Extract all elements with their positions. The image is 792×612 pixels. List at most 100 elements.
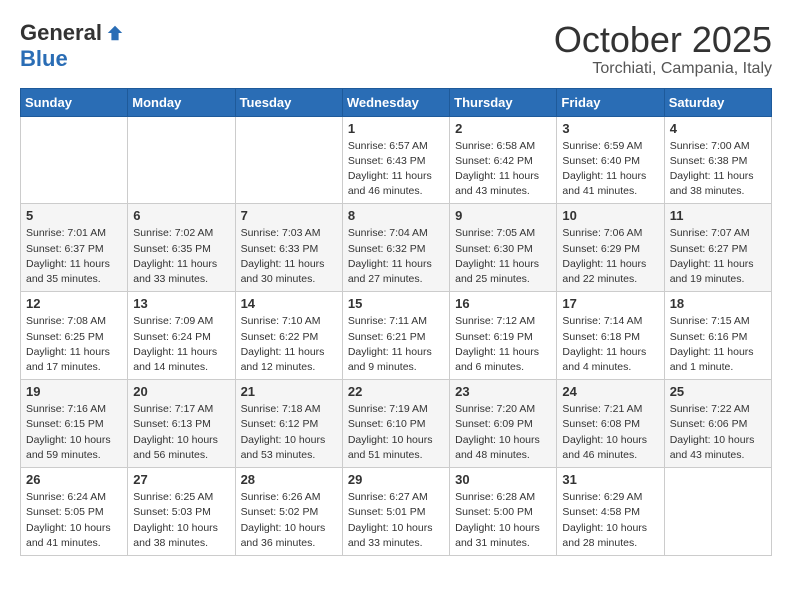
day-number: 20	[133, 384, 229, 399]
calendar-cell: 17Sunrise: 7:14 AM Sunset: 6:18 PM Dayli…	[557, 292, 664, 380]
calendar-cell: 8 Sunrise: 7:04 AM Sunset: 6:32 PM Daylig…	[342, 204, 449, 292]
day-number: 31	[562, 472, 658, 487]
calendar-table: SundayMondayTuesdayWednesdayThursdayFrid…	[20, 88, 772, 556]
day-number: 16	[455, 296, 551, 311]
day-number: 8	[348, 208, 444, 223]
day-info: Sunrise: 7:12 AM Sunset: 6:19 PM Dayligh…	[455, 314, 551, 375]
day-info: Sunrise: 7:10 AM Sunset: 6:22 PM Dayligh…	[241, 314, 337, 375]
logo-general-text: General	[20, 20, 102, 46]
day-number: 18	[670, 296, 766, 311]
calendar-cell: 9 Sunrise: 7:05 AM Sunset: 6:30 PM Daylig…	[450, 204, 557, 292]
calendar-cell: 13Sunrise: 7:09 AM Sunset: 6:24 PM Dayli…	[128, 292, 235, 380]
day-number: 4	[670, 121, 766, 136]
calendar-cell: 31 Sunrise: 6:29 AM Sunset: 4:58 PM Dayli…	[557, 468, 664, 556]
calendar-cell: 16 Sunrise: 7:12 AM Sunset: 6:19 PM Dayli…	[450, 292, 557, 380]
day-info: Sunrise: 6:25 AM Sunset: 5:03 PM Dayligh…	[133, 490, 229, 551]
day-info: Sunrise: 7:07 AM Sunset: 6:27 PM Dayligh…	[670, 226, 766, 287]
calendar-cell: 14 Sunrise: 7:10 AM Sunset: 6:22 PM Dayli…	[235, 292, 342, 380]
day-info: Sunrise: 6:29 AM Sunset: 4:58 PM Dayligh…	[562, 490, 658, 551]
day-headers-row: SundayMondayTuesdayWednesdayThursdayFrid…	[21, 88, 772, 116]
calendar-cell: 11 Sunrise: 7:07 AM Sunset: 6:27 PM Dayli…	[664, 204, 771, 292]
title-section: October 2025 Torchiati, Campania, Italy	[554, 20, 772, 78]
day-info: Sunrise: 7:11 AM Sunset: 6:21 PM Dayligh…	[348, 314, 444, 375]
day-number: 29	[348, 472, 444, 487]
day-header-friday: Friday	[557, 88, 664, 116]
calendar-cell: 4 Sunrise: 7:00 AM Sunset: 6:38 PM Daylig…	[664, 116, 771, 204]
logo: General Blue	[20, 20, 124, 72]
calendar-cell: 29 Sunrise: 6:27 AM Sunset: 5:01 PM Dayli…	[342, 468, 449, 556]
calendar-cell: 23 Sunrise: 7:20 AM Sunset: 6:09 PM Dayli…	[450, 380, 557, 468]
day-number: 26	[26, 472, 122, 487]
calendar-cell: 27Sunrise: 6:25 AM Sunset: 5:03 PM Dayli…	[128, 468, 235, 556]
calendar-cell: 25Sunrise: 7:22 AM Sunset: 6:06 PM Dayli…	[664, 380, 771, 468]
calendar-cell: 22Sunrise: 7:19 AM Sunset: 6:10 PM Dayli…	[342, 380, 449, 468]
calendar-cell: 6 Sunrise: 7:02 AM Sunset: 6:35 PM Daylig…	[128, 204, 235, 292]
day-number: 28	[241, 472, 337, 487]
day-number: 2	[455, 121, 551, 136]
day-header-sunday: Sunday	[21, 88, 128, 116]
week-row-0: 1Sunrise: 6:57 AM Sunset: 6:43 PM Daylig…	[21, 116, 772, 204]
day-number: 3	[562, 121, 658, 136]
day-number: 24	[562, 384, 658, 399]
day-info: Sunrise: 7:18 AM Sunset: 6:12 PM Dayligh…	[241, 402, 337, 463]
page-header: General Blue October 2025 Torchiati, Cam…	[20, 20, 772, 78]
calendar-cell: 7Sunrise: 7:03 AM Sunset: 6:33 PM Daylig…	[235, 204, 342, 292]
day-number: 1	[348, 121, 444, 136]
calendar-cell: 24Sunrise: 7:21 AM Sunset: 6:08 PM Dayli…	[557, 380, 664, 468]
day-info: Sunrise: 7:20 AM Sunset: 6:09 PM Dayligh…	[455, 402, 551, 463]
month-year-title: October 2025	[554, 20, 772, 60]
calendar-cell: 21 Sunrise: 7:18 AM Sunset: 6:12 PM Dayli…	[235, 380, 342, 468]
calendar-cell: 28 Sunrise: 6:26 AM Sunset: 5:02 PM Dayli…	[235, 468, 342, 556]
day-info: Sunrise: 6:26 AM Sunset: 5:02 PM Dayligh…	[241, 490, 337, 551]
day-number: 17	[562, 296, 658, 311]
calendar-cell: 15 Sunrise: 7:11 AM Sunset: 6:21 PM Dayli…	[342, 292, 449, 380]
calendar-cell: 3Sunrise: 6:59 AM Sunset: 6:40 PM Daylig…	[557, 116, 664, 204]
calendar-cell: 30 Sunrise: 6:28 AM Sunset: 5:00 PM Dayli…	[450, 468, 557, 556]
calendar-cell: 20Sunrise: 7:17 AM Sunset: 6:13 PM Dayli…	[128, 380, 235, 468]
day-info: Sunrise: 7:06 AM Sunset: 6:29 PM Dayligh…	[562, 226, 658, 287]
day-number: 11	[670, 208, 766, 223]
day-header-thursday: Thursday	[450, 88, 557, 116]
day-number: 15	[348, 296, 444, 311]
day-info: Sunrise: 6:24 AM Sunset: 5:05 PM Dayligh…	[26, 490, 122, 551]
week-row-4: 26 Sunrise: 6:24 AM Sunset: 5:05 PM Dayli…	[21, 468, 772, 556]
day-info: Sunrise: 7:05 AM Sunset: 6:30 PM Dayligh…	[455, 226, 551, 287]
calendar-cell: 2Sunrise: 6:58 AM Sunset: 6:42 PM Daylig…	[450, 116, 557, 204]
day-header-wednesday: Wednesday	[342, 88, 449, 116]
day-number: 25	[670, 384, 766, 399]
day-info: Sunrise: 6:27 AM Sunset: 5:01 PM Dayligh…	[348, 490, 444, 551]
day-info: Sunrise: 7:09 AM Sunset: 6:24 PM Dayligh…	[133, 314, 229, 375]
day-info: Sunrise: 7:08 AM Sunset: 6:25 PM Dayligh…	[26, 314, 122, 375]
day-info: Sunrise: 7:16 AM Sunset: 6:15 PM Dayligh…	[26, 402, 122, 463]
day-info: Sunrise: 7:03 AM Sunset: 6:33 PM Dayligh…	[241, 226, 337, 287]
day-number: 19	[26, 384, 122, 399]
day-info: Sunrise: 6:28 AM Sunset: 5:00 PM Dayligh…	[455, 490, 551, 551]
day-info: Sunrise: 7:02 AM Sunset: 6:35 PM Dayligh…	[133, 226, 229, 287]
day-info: Sunrise: 7:04 AM Sunset: 6:32 PM Dayligh…	[348, 226, 444, 287]
day-number: 23	[455, 384, 551, 399]
day-info: Sunrise: 7:00 AM Sunset: 6:38 PM Dayligh…	[670, 139, 766, 200]
day-number: 30	[455, 472, 551, 487]
day-info: Sunrise: 7:15 AM Sunset: 6:16 PM Dayligh…	[670, 314, 766, 375]
week-row-3: 19 Sunrise: 7:16 AM Sunset: 6:15 PM Dayli…	[21, 380, 772, 468]
logo-blue-text: Blue	[20, 46, 68, 72]
calendar-cell: 19 Sunrise: 7:16 AM Sunset: 6:15 PM Dayli…	[21, 380, 128, 468]
day-info: Sunrise: 7:01 AM Sunset: 6:37 PM Dayligh…	[26, 226, 122, 287]
day-header-tuesday: Tuesday	[235, 88, 342, 116]
day-number: 9	[455, 208, 551, 223]
week-row-1: 5Sunrise: 7:01 AM Sunset: 6:37 PM Daylig…	[21, 204, 772, 292]
calendar-cell: 18 Sunrise: 7:15 AM Sunset: 6:16 PM Dayli…	[664, 292, 771, 380]
calendar-cell: 26 Sunrise: 6:24 AM Sunset: 5:05 PM Dayli…	[21, 468, 128, 556]
calendar-cell: 1Sunrise: 6:57 AM Sunset: 6:43 PM Daylig…	[342, 116, 449, 204]
day-number: 22	[348, 384, 444, 399]
day-number: 14	[241, 296, 337, 311]
day-number: 10	[562, 208, 658, 223]
day-header-monday: Monday	[128, 88, 235, 116]
calendar-cell	[664, 468, 771, 556]
week-row-2: 12Sunrise: 7:08 AM Sunset: 6:25 PM Dayli…	[21, 292, 772, 380]
day-number: 21	[241, 384, 337, 399]
location-subtitle: Torchiati, Campania, Italy	[554, 60, 772, 78]
calendar-cell	[21, 116, 128, 204]
day-number: 6	[133, 208, 229, 223]
calendar-cell	[235, 116, 342, 204]
